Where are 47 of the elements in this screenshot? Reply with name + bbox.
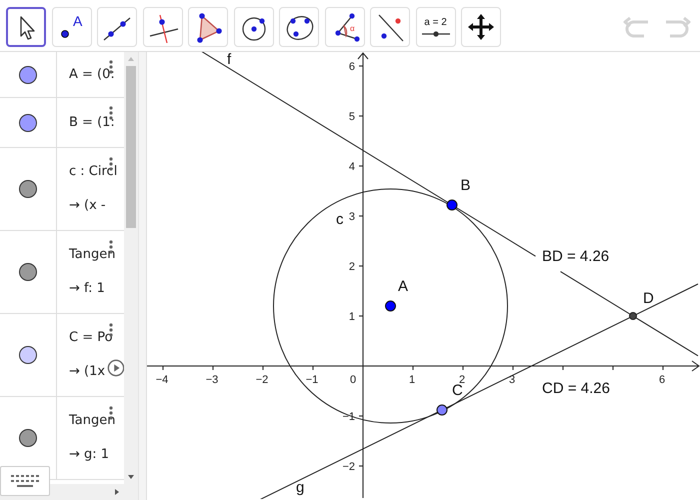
algebra-input[interactable]: B = (1: (69, 114, 115, 130)
tick-label: 3 (348, 211, 355, 223)
visibility-toggle[interactable] (19, 66, 37, 84)
point-label: D (643, 290, 654, 307)
visibility-toggle[interactable] (19, 180, 37, 198)
tick-label: −3 (206, 374, 218, 386)
slider-icon (420, 31, 450, 37)
tick-label: 6 (658, 374, 666, 386)
algebra-input[interactable]: Tangen (69, 413, 116, 429)
line-label: g (296, 479, 304, 496)
circle-label: c (336, 211, 344, 228)
visibility-toggle[interactable] (19, 429, 37, 447)
vertical-scrollbar[interactable] (124, 52, 138, 484)
algebra-input[interactable]: c : Circl (69, 164, 118, 180)
tick-label: 1 (408, 374, 416, 386)
tick-label: 4 (348, 161, 355, 173)
scrollbar-thumb[interactable] (126, 66, 136, 228)
tick-label: −2 (342, 461, 355, 473)
length-label: CD = 4.26 (542, 380, 610, 397)
scroll-down-icon[interactable] (127, 474, 135, 480)
visibility-toggle[interactable] (19, 263, 37, 281)
point-label: B (460, 177, 471, 194)
tick-label: 6 (348, 61, 355, 73)
algebra-output: → g: 1 (69, 447, 110, 463)
keyboard-button[interactable] (0, 466, 50, 496)
algebra-input[interactable]: A = (0: (69, 66, 115, 82)
tick-label: −2 (256, 374, 268, 386)
tick-label: 2 (348, 261, 355, 273)
tick-label: 1 (348, 311, 355, 323)
tick-label: −4 (156, 374, 168, 386)
tick-label: 5 (348, 111, 355, 123)
visibility-toggle[interactable] (19, 114, 37, 132)
tick-label: 0 (350, 374, 356, 386)
algebra-output: → f: 1 (69, 281, 105, 297)
length-label: BD = 4.26 (542, 248, 610, 265)
point-label: A (398, 278, 408, 295)
visibility-toggle[interactable] (19, 346, 37, 364)
tool-button[interactable]: a = 2 (416, 7, 456, 47)
line-label: f (227, 52, 232, 68)
algebra-input[interactable]: Tangen (69, 247, 116, 263)
tick-label: −1 (306, 374, 318, 386)
tool-button[interactable] (6, 7, 46, 47)
algebra-output: → (x - (69, 198, 106, 214)
play-icon[interactable] (107, 359, 124, 377)
algebra-output: → (1x (69, 364, 106, 380)
keyboard-icon (10, 474, 40, 488)
scroll-right-icon[interactable] (114, 488, 120, 496)
